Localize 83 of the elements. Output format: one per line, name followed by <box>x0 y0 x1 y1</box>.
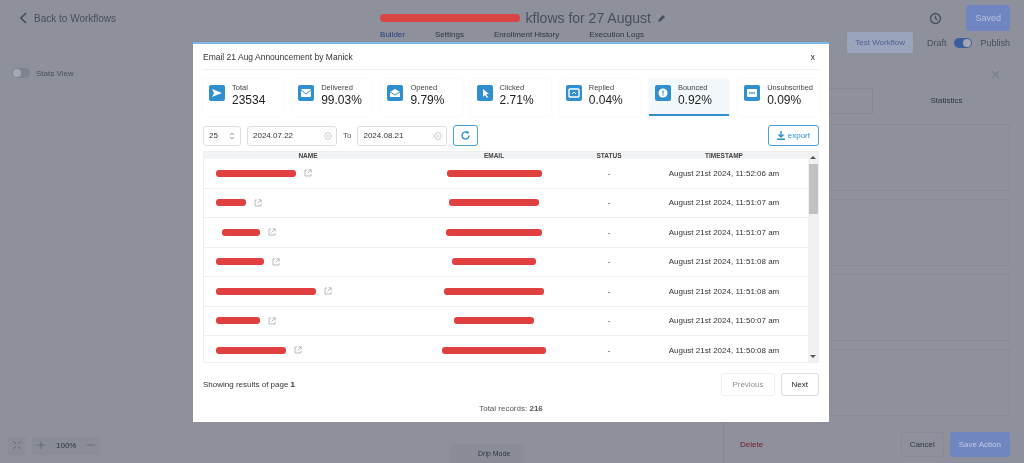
refresh-icon <box>460 130 472 141</box>
back-link[interactable]: Back to Workflows <box>20 12 117 24</box>
clear-icon[interactable] <box>324 131 332 140</box>
export-button[interactable]: export <box>767 125 819 146</box>
page-size-field[interactable]: 25 <box>203 125 241 146</box>
save-action-button[interactable]: Save Action <box>949 432 1010 457</box>
reply-icon <box>565 85 582 101</box>
timestamp-cell-text: August 21st 2024, 11:52:06 am <box>667 168 781 178</box>
status-cell-text: - <box>606 345 612 355</box>
envelope-icon <box>298 85 315 101</box>
timestamp-cell-text: August 21st 2024, 11:51:07 am <box>667 198 781 208</box>
back-icon <box>20 12 28 24</box>
status-cell-text: - <box>606 286 612 296</box>
stat-value: 99.03% <box>321 93 362 107</box>
start-date-field[interactable]: 2024.07.22 <box>247 125 337 146</box>
scrollbar[interactable] <box>808 152 818 362</box>
download-icon <box>776 131 785 140</box>
refresh-button[interactable] <box>453 125 479 146</box>
send-icon <box>209 85 225 101</box>
scrollbar-thumb[interactable] <box>808 164 818 214</box>
delete-button[interactable]: Delete <box>734 439 770 450</box>
stat-value: 23534 <box>232 93 266 107</box>
redaction-mark <box>216 346 286 354</box>
scroll-up-icon[interactable] <box>810 155 816 160</box>
stat-value: 9.79% <box>410 93 445 107</box>
saved-button[interactable]: Saved <box>966 5 1010 31</box>
status-cell-text: - <box>606 168 612 178</box>
timestamp-cell-text: August 21st 2024, 11:50:08 am <box>667 345 781 355</box>
plus-icon <box>37 441 45 449</box>
open-envelope-icon <box>387 85 404 101</box>
zoom-level: 100% <box>55 440 78 452</box>
stat-value: 0.09% <box>767 93 803 107</box>
fit-view-icon <box>12 440 22 450</box>
spinner-arrows-icon[interactable] <box>229 130 235 141</box>
external-link-icon[interactable] <box>268 316 276 325</box>
alert-icon <box>654 85 671 101</box>
publish-label: Publish <box>980 37 1010 48</box>
redaction-mark <box>216 317 260 325</box>
timestamp-cell-text: August 21st 2024, 11:50:07 am <box>667 316 781 326</box>
test-workflow-button[interactable]: Test Workflow <box>847 32 913 53</box>
statistics-tab[interactable]: Statistics <box>873 88 1020 114</box>
external-link-icon[interactable] <box>272 257 280 266</box>
external-link-icon[interactable] <box>304 169 312 178</box>
publish-toggle[interactable] <box>954 37 973 48</box>
nav-tab[interactable]: Settings <box>434 30 464 39</box>
redaction-mark <box>216 258 264 266</box>
external-link-icon[interactable] <box>294 346 302 355</box>
stat-value: 0.04% <box>588 93 623 107</box>
page-info: Showing results of page 1 <box>203 380 296 389</box>
total-records: Total records: 216 <box>479 404 543 413</box>
edit-icon[interactable] <box>656 13 666 23</box>
external-link-icon[interactable] <box>268 228 276 237</box>
close-button[interactable]: x <box>806 51 819 62</box>
status-cell-text: - <box>606 316 612 326</box>
cursor-icon <box>476 85 493 101</box>
end-date-field[interactable]: 2024.08.21 <box>357 125 448 146</box>
history-icon[interactable] <box>929 11 943 25</box>
dialog-title: Email 21 Aug Announcement by Manick <box>203 51 353 62</box>
nav-tab[interactable]: Execution Logs <box>589 30 644 39</box>
cancel-button[interactable]: Cancel <box>900 432 944 457</box>
nav-tab[interactable]: Builder <box>380 30 405 39</box>
to-label: To <box>343 131 352 140</box>
status-cell-text: - <box>606 198 612 208</box>
status-cell-text: - <box>606 227 612 237</box>
external-link-icon[interactable] <box>254 198 262 207</box>
next-button[interactable]: Next <box>780 373 819 396</box>
timestamp-cell-text: August 21st 2024, 11:51:08 am <box>667 286 781 296</box>
clear-icon[interactable] <box>434 131 443 140</box>
redaction-mark <box>222 228 260 236</box>
envelope-icon <box>744 85 761 101</box>
redaction-mark <box>216 199 246 207</box>
stats-view-toggle[interactable] <box>12 68 30 78</box>
timestamp-cell-text: August 21st 2024, 11:51:08 am <box>667 257 781 267</box>
nav-tab[interactable]: Enrollment History <box>493 30 560 39</box>
workflow-title: kflows for 27 August <box>525 10 651 26</box>
stat-value: 2.71% <box>499 93 534 107</box>
external-link-icon[interactable] <box>324 287 332 296</box>
stat-value: 0.92% <box>677 93 712 107</box>
fit-view-button[interactable] <box>8 437 26 455</box>
timestamp-cell-text: August 21st 2024, 11:51:07 am <box>667 227 781 237</box>
status-cell-text: - <box>606 257 612 267</box>
draft-label: Draft <box>926 37 947 48</box>
scroll-down-icon[interactable] <box>810 354 816 359</box>
